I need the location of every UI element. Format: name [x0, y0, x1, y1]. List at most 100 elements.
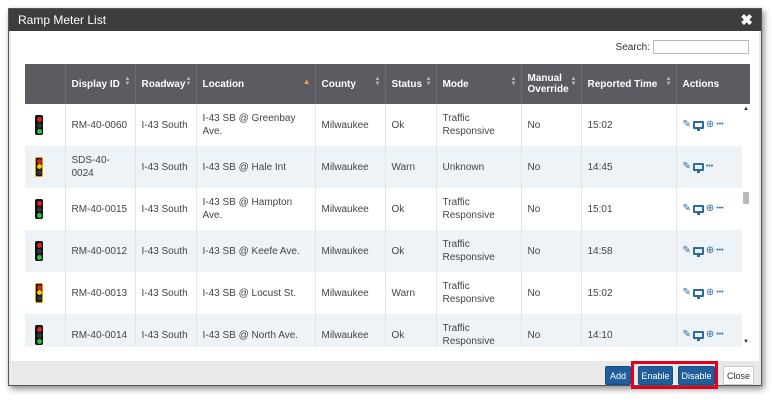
- table-row[interactable]: RM-40-0015 I-43 South I-43 SB @ Hampton Av…: [25, 188, 750, 230]
- edit-icon[interactable]: ✎: [683, 246, 691, 256]
- table-row[interactable]: SDS-40-0024 I-43 South I-43 SB @ Hale Int M…: [25, 146, 750, 188]
- enable-button[interactable]: Enable: [638, 366, 673, 385]
- search-box: Search:: [616, 39, 749, 55]
- county-cell: Milwaukee: [315, 272, 386, 314]
- more-icon[interactable]: •••: [716, 330, 723, 340]
- more-icon[interactable]: •••: [716, 246, 723, 256]
- actions-cell: ✎ •••: [676, 146, 750, 188]
- reported-time-cell: 14:58: [581, 230, 677, 272]
- monitor-icon[interactable]: [692, 289, 704, 299]
- dialog-titlebar: Ramp Meter List ✖: [9, 9, 761, 31]
- dialog-footer: Add Enable Disable Close: [11, 361, 759, 389]
- column-header[interactable]: Status ▲▼: [385, 64, 437, 104]
- roadway-cell: I-43 South: [135, 272, 197, 314]
- manual-override-cell: No: [521, 230, 582, 272]
- more-icon[interactable]: •••: [716, 288, 723, 298]
- monitor-icon[interactable]: [692, 331, 704, 341]
- table-scrollbar[interactable]: ▲ ▼: [742, 104, 750, 347]
- more-icon[interactable]: •••: [716, 204, 723, 214]
- display-id-cell: RM-40-0015: [65, 188, 136, 230]
- mode-cell: Unknown: [436, 146, 522, 188]
- column-header-label: Reported Time: [587, 78, 658, 90]
- reported-time-cell: 15:02: [581, 104, 677, 146]
- mode-cell: Traffic Responsive: [436, 104, 522, 146]
- reported-time-cell: 15:02: [581, 272, 677, 314]
- column-header[interactable]: Manual Override ▲▼: [521, 64, 582, 104]
- disable-button[interactable]: Disable: [678, 366, 715, 385]
- search-input[interactable]: [653, 40, 749, 54]
- signal-cell: [25, 146, 66, 188]
- table-row[interactable]: RM-40-0014 I-43 South I-43 SB @ North Ave.…: [25, 314, 750, 347]
- zoom-icon[interactable]: ⊕: [706, 120, 714, 130]
- column-header[interactable]: Display ID ▲▼: [65, 64, 136, 104]
- traffic-signal-icon: [35, 325, 43, 345]
- signal-cell: [25, 230, 66, 272]
- column-header-label: Status: [391, 78, 423, 90]
- manual-override-cell: No: [521, 272, 582, 314]
- manual-override-cell: No: [521, 314, 582, 347]
- sort-icon[interactable]: ▲▼: [571, 76, 577, 87]
- edit-icon[interactable]: ✎: [683, 288, 691, 298]
- column-header[interactable]: Reported Time ▲▼: [581, 64, 677, 104]
- actions-cell: ✎ ⊕ •••: [676, 314, 750, 347]
- dialog-body: Search: Display ID ▲▼ Roadway ▲▼ Location ▲ Co…: [11, 31, 759, 361]
- column-header[interactable]: County ▲▼: [315, 64, 386, 104]
- mode-cell: Traffic Responsive: [436, 314, 522, 347]
- zoom-icon[interactable]: ⊕: [706, 204, 714, 214]
- column-header-label: Location: [202, 78, 245, 90]
- manual-override-cell: No: [521, 146, 582, 188]
- county-cell: Milwaukee: [315, 104, 386, 146]
- table-row[interactable]: RM-40-0012 I-43 South I-43 SB @ Keefe Ave.…: [25, 230, 750, 272]
- monitor-icon[interactable]: [692, 247, 704, 257]
- roadway-cell: I-43 South: [135, 314, 197, 347]
- roadway-cell: I-43 South: [135, 104, 197, 146]
- scroll-thumb[interactable]: [743, 192, 749, 204]
- location-cell: I-43 SB @ Hampton Ave.: [196, 188, 316, 230]
- table-row[interactable]: RM-40-0060 I-43 South I-43 SB @ Greenbay A…: [25, 104, 750, 146]
- actions-cell: ✎ ⊕ •••: [676, 272, 750, 314]
- close-button[interactable]: Close: [723, 366, 754, 385]
- status-cell: Warn: [385, 272, 437, 314]
- sort-icon[interactable]: ▲▼: [511, 76, 517, 87]
- edit-icon[interactable]: ✎: [683, 330, 691, 340]
- display-id-cell: RM-40-0013: [65, 272, 136, 314]
- table-body: RM-40-0060 I-43 South I-43 SB @ Greenbay A…: [25, 104, 750, 347]
- signal-cell: [25, 272, 66, 314]
- edit-icon[interactable]: ✎: [683, 162, 691, 172]
- sort-icon[interactable]: ▲▼: [426, 76, 432, 87]
- zoom-icon[interactable]: ⊕: [706, 246, 714, 256]
- sort-asc-icon[interactable]: ▲: [303, 77, 311, 86]
- manual-override-cell: No: [521, 104, 582, 146]
- close-icon[interactable]: ✖: [740, 11, 753, 29]
- monitor-icon[interactable]: [692, 205, 704, 215]
- column-header[interactable]: Roadway ▲▼: [135, 64, 197, 104]
- edit-icon[interactable]: ✎: [683, 204, 691, 214]
- sort-icon[interactable]: ▲▼: [125, 76, 131, 87]
- more-icon[interactable]: •••: [706, 162, 713, 172]
- roadway-cell: I-43 South: [135, 188, 197, 230]
- mode-cell: Traffic Responsive: [436, 272, 522, 314]
- column-header[interactable]: Location ▲: [196, 64, 316, 104]
- scroll-up-icon[interactable]: ▲: [743, 106, 749, 112]
- traffic-signal-icon: [35, 157, 43, 177]
- add-button[interactable]: Add: [605, 366, 631, 385]
- column-header[interactable]: Mode ▲▼: [436, 64, 522, 104]
- sort-icon[interactable]: ▲▼: [375, 76, 381, 87]
- monitor-icon[interactable]: [692, 163, 704, 173]
- column-header-label: Actions: [682, 78, 720, 90]
- column-header-label: Manual Override: [527, 73, 569, 95]
- scroll-down-icon[interactable]: ▼: [743, 339, 749, 345]
- more-icon[interactable]: •••: [716, 120, 723, 130]
- display-id-cell: RM-40-0014: [65, 314, 136, 347]
- table-row[interactable]: RM-40-0013 I-43 South I-43 SB @ Locust St.…: [25, 272, 750, 314]
- traffic-signal-icon: [35, 283, 43, 303]
- signal-cell: [25, 314, 66, 347]
- county-cell: Milwaukee: [315, 230, 386, 272]
- zoom-icon[interactable]: ⊕: [706, 288, 714, 298]
- zoom-icon[interactable]: ⊕: [706, 330, 714, 340]
- signal-cell: [25, 188, 66, 230]
- sort-icon[interactable]: ▲▼: [186, 76, 192, 87]
- sort-icon[interactable]: ▲▼: [666, 76, 672, 87]
- monitor-icon[interactable]: [692, 121, 704, 131]
- edit-icon[interactable]: ✎: [683, 120, 691, 130]
